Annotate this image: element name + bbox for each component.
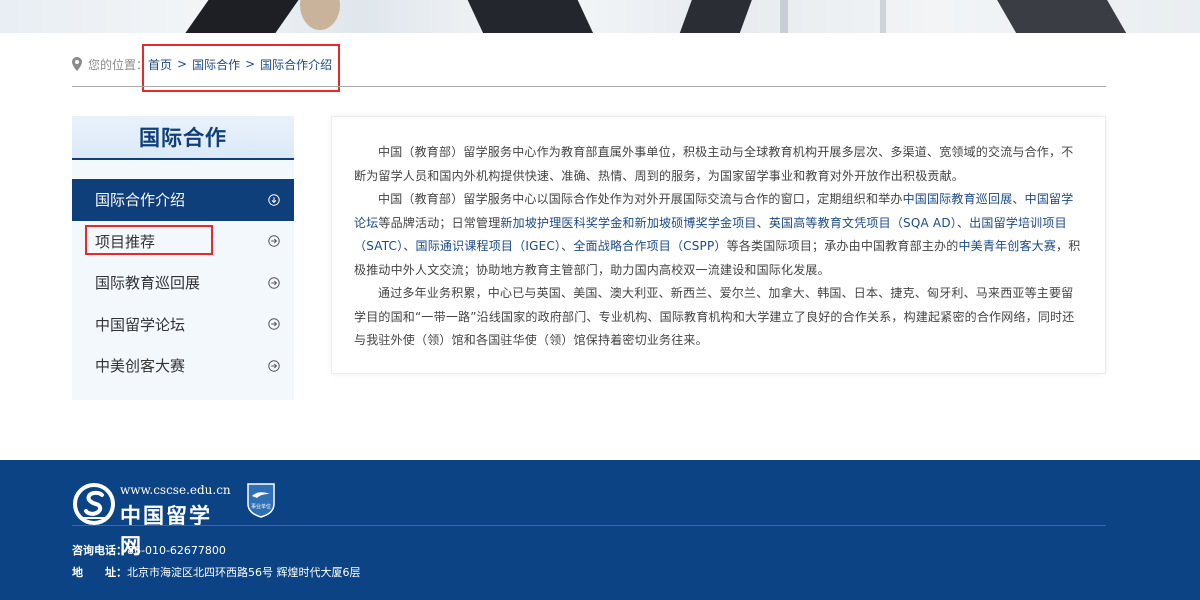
phone-label: 咨询电话： — [72, 544, 127, 557]
shield-icon — [247, 483, 275, 518]
sidebar-header: 国际合作 — [72, 116, 294, 160]
link-sqa-ad[interactable]: 英国高等教育文凭项目（SQA AD） — [769, 216, 957, 230]
text-run: 、 — [756, 215, 769, 230]
site-logo[interactable]: www.cscse.edu.cn 中国留学网 — [72, 482, 232, 558]
phone-value: 86-010-62677800 — [127, 544, 226, 557]
sidebar-title: 国际合作 — [139, 126, 227, 150]
circle-arrow-right-icon — [268, 235, 280, 247]
sidebar: 国际合作 国际合作介绍 项目推荐 国际教育巡回展 中国留学论坛 中美创客大赛 — [72, 116, 294, 400]
sidebar-item-expo[interactable]: 国际教育巡回展 — [72, 262, 294, 304]
article-paragraph-1: 中国（教育部）留学服务中心作为教育部直属外事单位，积极主动与全球教育机构开展多层… — [354, 145, 1074, 183]
article-paragraph-2: 中国（教育部）留学服务中心以国际合作处作为对外开展国际交流与合作的窗口，定期组织… — [354, 188, 1083, 282]
highlight-box-project-item — [85, 225, 213, 255]
sidebar-item-forum[interactable]: 中国留学论坛 — [72, 304, 294, 346]
cscse-logo-icon — [73, 483, 115, 525]
logo-url: www.cscse.edu.cn — [120, 483, 231, 497]
link-singapore-scholarship[interactable]: 新加坡护理医科奖学金和新加坡硕博奖学金项目 — [500, 216, 756, 230]
text-run: 、 — [1012, 192, 1025, 206]
highlight-box-breadcrumb — [142, 44, 340, 92]
footer-divider — [72, 525, 1106, 526]
location-pin-icon — [72, 57, 82, 71]
article-paragraph-3: 通过多年业务积累，中心已与英国、美国、澳大利亚、新西兰、爱尔兰、加拿大、韩国、日… — [354, 286, 1075, 347]
sidebar-item-label: 中国留学论坛 — [95, 315, 186, 334]
article-content: 中国（教育部）留学服务中心作为教育部直属外事单位，积极主动与全球教育机构开展多层… — [331, 116, 1106, 374]
circle-arrow-right-icon — [268, 360, 280, 372]
link-maker-contest[interactable]: 中美青年创客大赛 — [958, 239, 1056, 253]
address-label: 地 址： — [72, 566, 127, 579]
address-value: 北京市海淀区北四环西路56号 辉煌时代大厦6层 — [127, 566, 361, 579]
breadcrumb-prefix: 您的位置： — [88, 57, 149, 72]
link-expo[interactable]: 中国国际教育巡回展 — [903, 192, 1013, 206]
sidebar-item-maker-contest[interactable]: 中美创客大赛 — [72, 345, 294, 387]
badge-label: 事业单位 — [250, 504, 271, 510]
sidebar-item-label: 国际合作介绍 — [95, 191, 186, 210]
institution-badge[interactable]: 事业单位 — [246, 482, 276, 518]
circle-arrow-right-icon — [268, 277, 280, 289]
text-run: 、 — [403, 239, 416, 253]
footer-phone: 咨询电话：86-010-62677800 — [72, 542, 226, 558]
sidebar-item-label: 中美创客大赛 — [95, 357, 186, 376]
text-run: 等各类国际项目；承办由中国教育部主办的 — [726, 239, 959, 253]
link-cspp[interactable]: 全面战略合作项目（CSPP） — [573, 239, 726, 253]
text-run: 、 — [561, 239, 574, 253]
link-igec[interactable]: 国际通识课程项目（IGEC） — [416, 239, 562, 253]
text-run: 、 — [956, 215, 970, 230]
sidebar-item-label: 国际教育巡回展 — [95, 274, 201, 293]
circle-arrow-down-icon — [268, 194, 280, 206]
text-run: 等品牌活动；日常管理 — [378, 215, 501, 230]
footer-address: 地 址：北京市海淀区北四环西路56号 辉煌时代大厦6层 — [72, 564, 361, 580]
sidebar-item-intro[interactable]: 国际合作介绍 — [72, 179, 294, 221]
breadcrumb-divider — [72, 86, 1106, 87]
circle-arrow-right-icon — [268, 318, 280, 330]
text-run: 中国（教育部）留学服务中心以国际合作处作为对外开展国际交流与合作的窗口，定期组织… — [378, 192, 903, 206]
top-banner-image — [0, 0, 1200, 33]
sidebar-nav: 国际合作介绍 项目推荐 国际教育巡回展 中国留学论坛 中美创客大赛 — [72, 179, 294, 387]
footer: www.cscse.edu.cn 中国留学网 事业单位 咨询电话：86-010-… — [0, 460, 1200, 600]
